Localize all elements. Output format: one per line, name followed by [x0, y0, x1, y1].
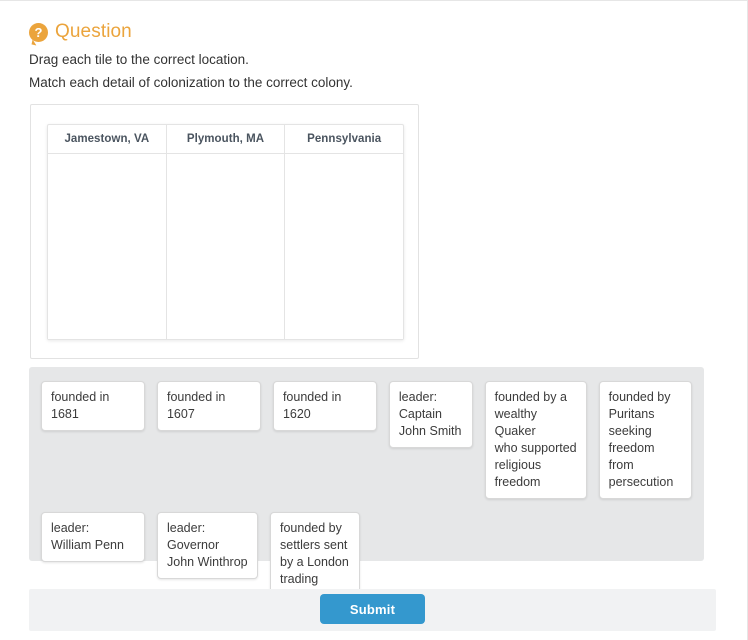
column-header-plymouth: Plymouth, MA: [167, 125, 286, 153]
submit-bar: Submit: [29, 589, 716, 631]
tile-bank: founded in 1681 founded in 1607 founded …: [29, 367, 704, 613]
drop-target-jamestown[interactable]: [48, 154, 167, 339]
dropzone-panel: Jamestown, VA Plymouth, MA Pennsylvania: [30, 104, 419, 359]
submit-button[interactable]: Submit: [320, 594, 425, 624]
drop-target-plymouth[interactable]: [166, 154, 286, 339]
instruction-line-1: Drag each tile to the correct location.: [29, 52, 249, 67]
question-mark-circle-icon: ?: [29, 22, 48, 42]
column-header-jamestown: Jamestown, VA: [48, 125, 167, 153]
tile[interactable]: founded in 1620: [272, 381, 377, 431]
tile[interactable]: leader: Captain John Smith: [388, 381, 473, 448]
tile[interactable]: founded by a wealthy Quaker who supporte…: [484, 381, 587, 499]
page-title: Question: [55, 21, 132, 42]
drop-target-pennsylvania[interactable]: [285, 154, 404, 339]
match-table: Jamestown, VA Plymouth, MA Pennsylvania: [47, 124, 404, 340]
tile[interactable]: founded in 1681: [41, 381, 145, 431]
tile[interactable]: leader: William Penn: [41, 512, 145, 562]
table-body: [48, 154, 404, 339]
column-header-pennsylvania: Pennsylvania: [307, 133, 382, 145]
question-header: ? Question: [29, 21, 132, 43]
tile[interactable]: founded by Puritans seeking freedom from…: [598, 381, 692, 499]
tile[interactable]: founded in 1607: [156, 381, 261, 431]
instruction-line-2: Match each detail of colonization to the…: [29, 75, 353, 90]
tile[interactable]: leader: Governor John Winthrop: [157, 512, 258, 579]
table-header-row: Jamestown, VA Plymouth, MA Pennsylvania: [48, 125, 403, 154]
question-page: ? Question Drag each tile to the correct…: [0, 0, 748, 640]
tile-row-1: founded in 1681 founded in 1607 founded …: [41, 381, 704, 499]
